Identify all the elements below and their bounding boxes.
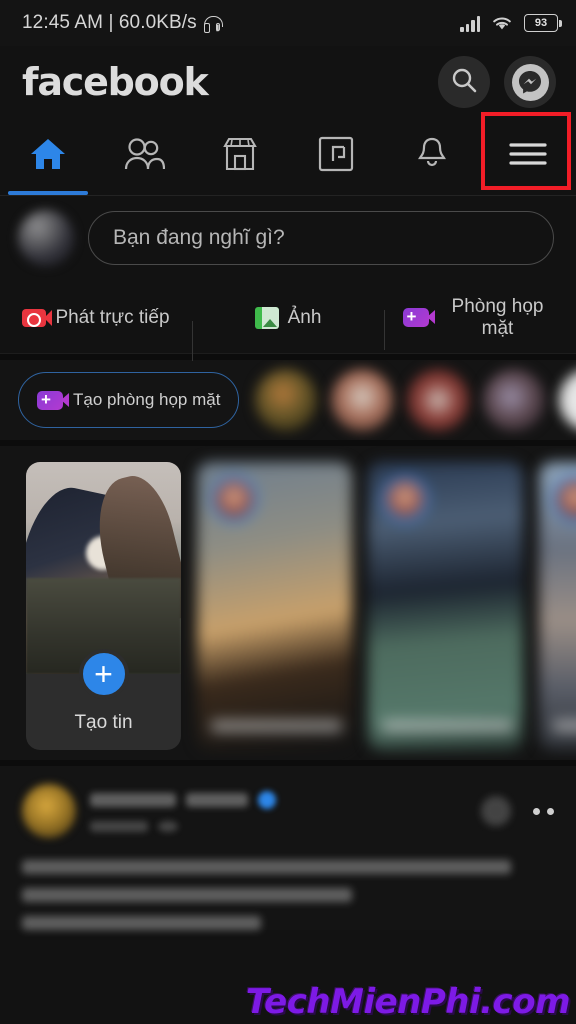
status-time-and-network-speed: 12:45 AM | 60.0KB/s	[22, 12, 197, 33]
facebook-logo: facebook	[22, 60, 209, 104]
photo-button[interactable]: Ảnh	[192, 306, 384, 361]
bell-icon	[415, 136, 449, 177]
app-header: facebook	[0, 46, 576, 118]
tab-home[interactable]	[0, 118, 96, 195]
create-room-label: Tạo phòng họp mặt	[73, 390, 221, 410]
story-card[interactable]	[539, 462, 576, 750]
plus-icon[interactable]: +	[78, 649, 129, 699]
post-text-line	[22, 888, 352, 902]
signal-bars-icon	[460, 15, 480, 32]
live-video-icon	[22, 308, 53, 327]
create-story-label: Tạo tin	[74, 712, 133, 733]
room-avatar[interactable]	[407, 369, 470, 431]
story-author-name	[382, 720, 513, 732]
status-bar: 12:45 AM | 60.0KB/s 93	[0, 0, 576, 46]
post-author-avatar[interactable]	[22, 784, 76, 838]
post-header	[22, 784, 554, 838]
verified-badge-icon	[258, 790, 276, 809]
story-author-name	[211, 720, 342, 732]
hamburger-menu-icon	[506, 139, 550, 174]
wifi-icon	[491, 15, 513, 32]
post-text-line	[22, 860, 512, 874]
post-composer: Bạn đang nghĩ gì?	[0, 196, 576, 282]
active-tab-indicator	[8, 191, 88, 195]
room-video-icon	[402, 306, 435, 328]
post-text-line	[22, 916, 262, 930]
story-card[interactable]	[197, 462, 352, 750]
status-input[interactable]: Bạn đang nghĩ gì?	[88, 211, 554, 265]
more-options-icon[interactable]	[533, 807, 554, 815]
room-avatar[interactable]	[483, 369, 546, 431]
room-avatar[interactable]	[255, 369, 318, 431]
room-avatar[interactable]	[331, 369, 394, 431]
battery-icon: 93	[524, 14, 562, 32]
post-audience-icon	[158, 820, 178, 832]
story-author-avatar	[382, 476, 428, 522]
create-story-thumbnail	[26, 462, 181, 674]
story-author-avatar	[211, 476, 257, 522]
feed-post	[0, 766, 576, 930]
status-bar-left: 12:45 AM | 60.0KB/s	[22, 12, 223, 34]
room-avatar-list	[255, 369, 576, 431]
tab-gaming[interactable]	[288, 118, 384, 195]
stories-tray: + Tạo tin	[0, 446, 576, 766]
messenger-button[interactable]	[504, 56, 556, 108]
photo-icon	[254, 306, 279, 329]
story-card[interactable]	[368, 462, 523, 750]
status-input-placeholder: Bạn đang nghĩ gì?	[113, 226, 285, 249]
room-video-icon	[37, 389, 69, 411]
marketplace-icon	[221, 136, 259, 177]
post-header-actions	[481, 796, 554, 826]
live-video-button[interactable]: Phát trực tiếp	[0, 307, 192, 329]
post-author-meta	[90, 790, 467, 832]
room-avatar[interactable]	[559, 369, 576, 431]
post-body	[22, 860, 554, 930]
search-button[interactable]	[438, 56, 490, 108]
story-author-name	[553, 720, 576, 732]
search-icon	[450, 66, 478, 99]
messenger-icon	[511, 63, 549, 101]
tab-menu[interactable]	[480, 118, 576, 195]
post-author-name	[90, 792, 176, 807]
create-room-button[interactable]: Tạo phòng họp mặt	[18, 372, 240, 428]
room-button[interactable]: Phòng họp mặt	[384, 295, 576, 350]
facebook-app-screen: 12:45 AM | 60.0KB/s 93 facebook Bạn đang…	[0, 0, 576, 1024]
avatar[interactable]	[18, 210, 74, 266]
tab-marketplace[interactable]	[192, 118, 288, 195]
status-bar-right: 93	[460, 14, 562, 32]
create-story-card[interactable]: + Tạo tin	[26, 462, 181, 750]
tab-friends[interactable]	[96, 118, 192, 195]
gaming-icon	[318, 136, 354, 177]
header-actions	[438, 56, 556, 108]
watermark: TechMienPhi.com	[245, 982, 571, 1022]
room-label: Phòng họp mặt	[451, 295, 544, 339]
post-author-subtitle	[186, 792, 248, 807]
live-video-label: Phát trực tiếp	[55, 306, 170, 328]
post-timestamp	[90, 820, 148, 832]
battery-level-text: 93	[534, 16, 548, 29]
headphone-icon	[203, 15, 223, 33]
main-tab-bar	[0, 118, 576, 196]
quick-action-row: Phát trực tiếp Ảnh Phòng họp mặt	[0, 282, 576, 361]
home-icon	[28, 135, 68, 178]
story-author-avatar	[553, 476, 576, 522]
rooms-strip: Tạo phòng họp mặt	[0, 354, 576, 446]
friends-icon	[123, 137, 166, 176]
reaction-icon[interactable]	[481, 796, 511, 826]
tab-notifications[interactable]	[384, 118, 480, 195]
photo-label: Ảnh	[287, 306, 322, 328]
